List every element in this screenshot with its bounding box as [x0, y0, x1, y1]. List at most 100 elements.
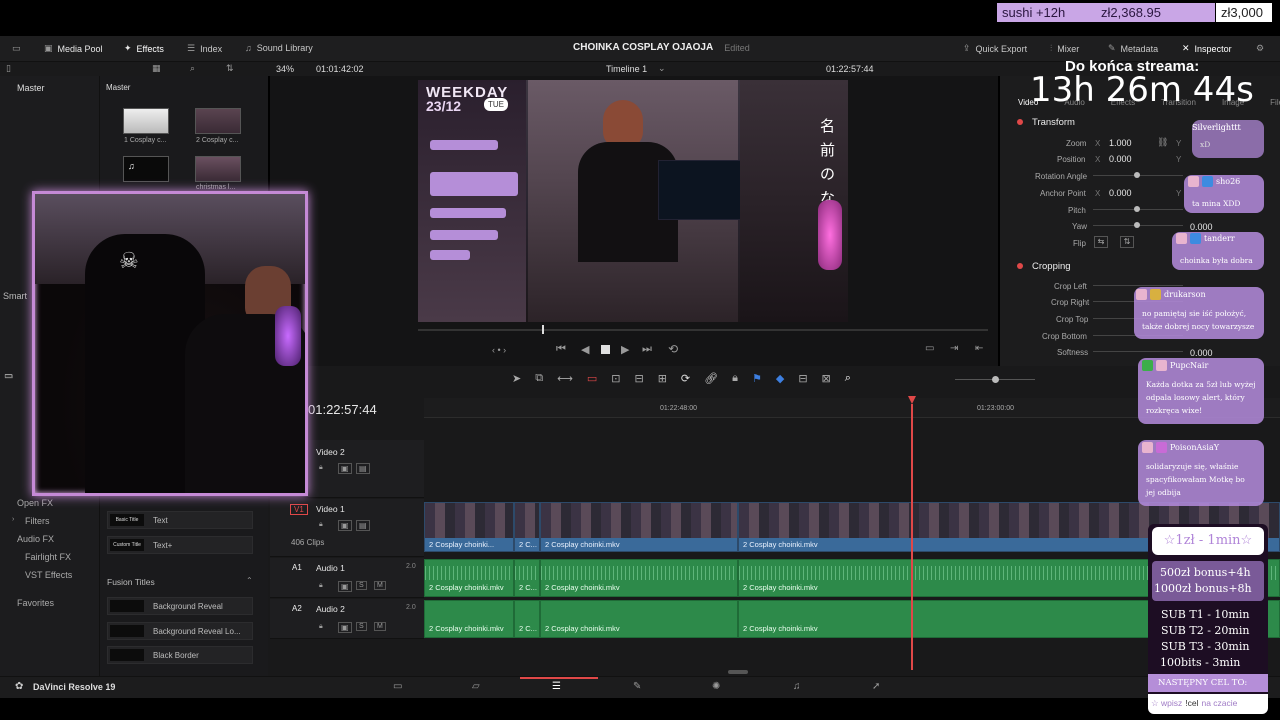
trim-tool-icon[interactable]: ⧉ [535, 372, 543, 385]
track-name[interactable]: Video 2 [316, 447, 345, 457]
track-enable-icon[interactable]: ▤ [356, 463, 370, 474]
skip-start-icon[interactable]: ⏮ [556, 343, 566, 356]
mixer-button[interactable]: ⫶ Mixer [1050, 43, 1079, 54]
title-item-text[interactable]: Basic Title Text [107, 511, 253, 529]
fusion-title-item[interactable]: Black Border [107, 646, 253, 664]
index-button[interactable]: ☰ Index [187, 43, 222, 54]
edit-page-icon[interactable]: ☰ [552, 681, 561, 692]
play-icon[interactable]: ▶ [621, 343, 629, 356]
media-pool-button[interactable]: ▣ Media Pool [44, 43, 103, 54]
track-name[interactable]: Audio 2 [316, 604, 345, 614]
lock-icon[interactable]: 🔒︎ [319, 623, 323, 631]
effects-button[interactable]: ✦ Effects [124, 43, 164, 54]
favorites-section[interactable]: Favorites [17, 598, 54, 608]
track-id-badge[interactable]: V1 [290, 504, 308, 515]
snapping-icon[interactable]: ⟳ [681, 372, 690, 385]
track-enable-icon[interactable]: ▤ [356, 520, 370, 531]
fusion-page-icon[interactable]: ✎ [633, 681, 641, 692]
zoom-detail-icon[interactable]: ⊠ [822, 372, 831, 385]
prev-edit-icon[interactable]: ⇥ [950, 343, 958, 354]
lock-icon[interactable]: 🔒︎ [319, 521, 323, 529]
position-lock-icon[interactable]: 🔒︎ [732, 372, 738, 385]
scrubber-track[interactable] [418, 329, 988, 331]
master-bin[interactable]: Master [17, 83, 45, 93]
mute-icon[interactable]: M [374, 622, 386, 631]
flag-icon[interactable]: ⚑ [752, 372, 762, 385]
sound-library-button[interactable]: ♫ Sound Library [245, 43, 313, 53]
chevron-down-icon[interactable]: ⌄ [658, 63, 666, 74]
track-name[interactable]: Audio 1 [316, 563, 345, 573]
panel-toggle-icon[interactable]: ▭ [4, 371, 13, 382]
audio-clip[interactable]: 2 C... [514, 559, 540, 597]
audio-clip[interactable]: 2 Cosplay choinki.mkv [424, 559, 514, 597]
track-name[interactable]: Video 1 [316, 504, 345, 514]
video-enable-icon[interactable]: ▣ [338, 520, 352, 531]
deliver-page-icon[interactable]: ➚ [872, 681, 880, 692]
marker-icon[interactable]: ◆ [776, 372, 784, 385]
tab-file[interactable]: File [1270, 98, 1280, 107]
audio-clip[interactable]: 2 Cosplay choinki.mkv [424, 600, 514, 638]
stop-button[interactable] [601, 345, 610, 354]
sort-icon[interactable]: ⇅ [226, 63, 234, 74]
toolbox-vst-effects[interactable]: VST Effects [25, 570, 72, 580]
clip-thumbnail[interactable] [195, 108, 241, 134]
position-x-value[interactable]: 0.000 [1109, 154, 1132, 164]
toolbox-audio-fx[interactable]: Audio FX [17, 534, 54, 544]
playhead-line[interactable] [911, 404, 913, 670]
overwrite-clip-icon[interactable]: ⊟ [634, 372, 643, 385]
cropping-header[interactable]: Cropping [1032, 261, 1071, 272]
video-clip[interactable]: 2 C... [514, 502, 540, 552]
flip-horizontal-icon[interactable]: ⇆ [1094, 236, 1108, 248]
linked-selection-icon[interactable]: 🔗︎ [704, 372, 718, 385]
audio-clip[interactable]: 2 C... [514, 600, 540, 638]
dynamic-trim-icon[interactable]: ⟷ [557, 372, 573, 385]
chevron-right-icon[interactable]: › [12, 516, 14, 523]
clip-thumbnail[interactable] [195, 156, 241, 182]
cut-page-icon[interactable]: ▱ [472, 681, 480, 692]
color-page-icon[interactable]: ✺ [712, 681, 720, 692]
audio-clip[interactable]: 2 Cosplay choinki.mkv [540, 600, 738, 638]
fairlight-page-icon[interactable]: ♫ [793, 681, 801, 692]
lock-icon[interactable]: 🔒︎ [319, 582, 323, 590]
title-item-text-plus[interactable]: Custom Title Text+ [107, 536, 253, 554]
settings-icon[interactable]: ⚙ [1256, 43, 1264, 54]
video-clip[interactable]: 2 Cosplay choinki.mkv [540, 502, 738, 552]
auto-select-icon[interactable]: ▣ [338, 581, 352, 592]
zoom-custom-icon[interactable]: ⌕ [845, 372, 851, 385]
solo-icon[interactable]: S [356, 622, 367, 631]
loop-icon[interactable]: ⟲ [668, 342, 678, 356]
anchor-x-value[interactable]: 0.000 [1109, 188, 1132, 198]
fusion-titles-header[interactable]: Fusion Titles [107, 577, 155, 587]
cropping-enable-dot[interactable] [1017, 263, 1023, 269]
zoom-x-value[interactable]: 1.000 [1109, 138, 1132, 148]
timeline-zoom-handle[interactable] [992, 376, 999, 383]
video-enable-icon[interactable]: ▣ [338, 463, 352, 474]
next-edit-icon[interactable]: ⇤ [975, 343, 983, 354]
clip-thumbnail[interactable] [123, 108, 169, 134]
chevron-up-icon[interactable]: ⌃ [246, 576, 253, 585]
quick-export-button[interactable]: ⇪ Quick Export [963, 43, 1027, 54]
lock-icon[interactable]: 🔒︎ [319, 464, 323, 472]
metadata-button[interactable]: ✎ Metadata [1108, 43, 1158, 54]
selection-tool-icon[interactable]: ➤ [512, 372, 521, 385]
video-clip[interactable]: 2 Cosplay choinki... [424, 502, 514, 552]
workspace-icon[interactable]: ▭ [12, 43, 21, 54]
replace-clip-icon[interactable]: ⊞ [658, 372, 667, 385]
insert-clip-icon[interactable]: ⊡ [611, 372, 620, 385]
timeline-scrollbar[interactable] [728, 670, 748, 674]
fusion-title-item[interactable]: Background Reveal Lo... [107, 622, 253, 640]
audio-clip-thumbnail[interactable]: ♫ [123, 156, 169, 182]
track-id[interactable]: A2 [292, 604, 302, 613]
media-page-icon[interactable]: ▭ [393, 681, 402, 692]
inspector-button[interactable]: ✕ Inspector [1182, 43, 1232, 54]
transform-header[interactable]: Transform [1032, 117, 1075, 128]
search-icon[interactable]: ⌕ [190, 63, 195, 74]
mute-icon[interactable]: M [374, 581, 386, 590]
toolbox-fairlight-fx[interactable]: Fairlight FX [25, 552, 71, 562]
blade-tool-icon[interactable]: ▭ [587, 372, 597, 385]
track-id[interactable]: A1 [292, 563, 302, 572]
zoom-level[interactable]: 34% [276, 64, 294, 74]
grid-view-icon[interactable]: ▦ [152, 63, 161, 74]
auto-select-icon[interactable]: ▣ [338, 622, 352, 633]
marker-nav-icon[interactable]: ‹ • › [492, 345, 506, 355]
